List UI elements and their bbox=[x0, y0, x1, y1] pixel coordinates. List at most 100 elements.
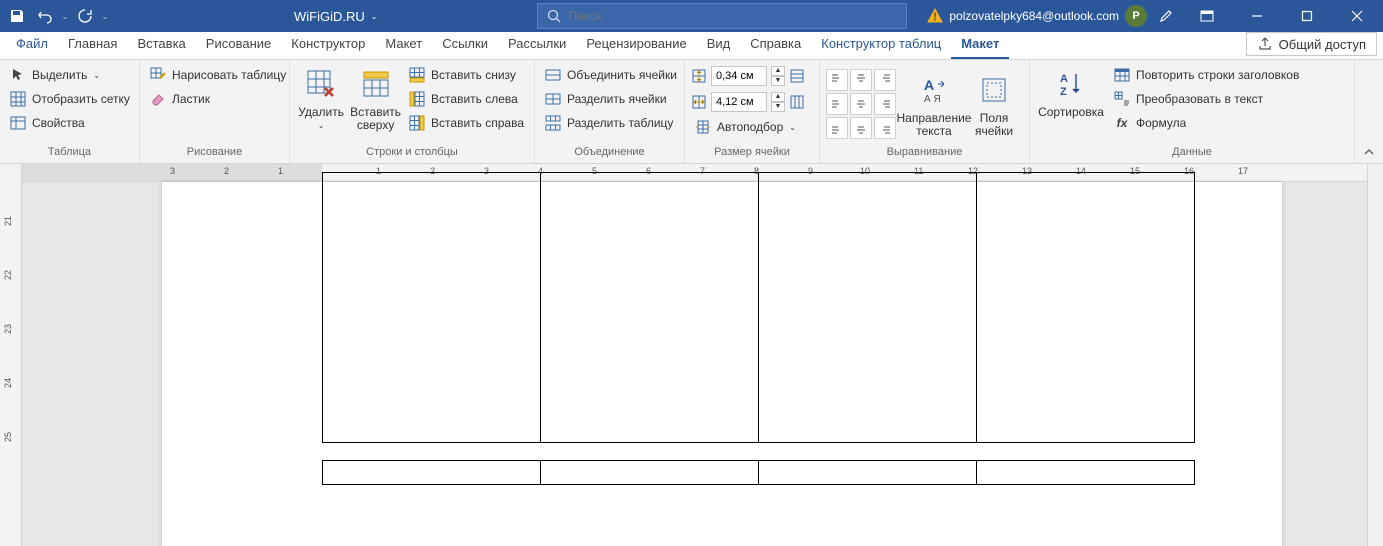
document-table-lower[interactable] bbox=[322, 460, 1195, 485]
tab-insert[interactable]: Вставка bbox=[127, 31, 195, 59]
save-button[interactable] bbox=[4, 3, 30, 29]
qat-customize[interactable]: ⌄ bbox=[100, 12, 110, 21]
row-height-up[interactable]: ▲ bbox=[771, 66, 785, 76]
redo-button[interactable] bbox=[72, 3, 98, 29]
align-bot-right[interactable] bbox=[874, 117, 896, 139]
align-mid-center[interactable] bbox=[850, 93, 872, 115]
svg-text:A: A bbox=[924, 77, 934, 93]
align-mid-left[interactable] bbox=[826, 93, 848, 115]
text-direction-icon: AА Я bbox=[920, 76, 948, 104]
share-button[interactable]: Общий доступ bbox=[1246, 32, 1377, 56]
row-height-input[interactable] bbox=[711, 66, 767, 86]
distribute-rows-icon[interactable] bbox=[789, 68, 805, 84]
undo-dropdown[interactable]: ⌄ bbox=[60, 12, 70, 21]
warning-icon[interactable] bbox=[927, 8, 943, 24]
gridlines-icon bbox=[10, 91, 26, 107]
undo-button[interactable] bbox=[32, 3, 58, 29]
insert-below-button[interactable]: Вставить снизу bbox=[405, 64, 528, 86]
sort-button[interactable]: AZ Сортировка bbox=[1036, 64, 1106, 119]
close-icon bbox=[1351, 10, 1363, 22]
convert-to-text-button[interactable]: Преобразовать в текст bbox=[1110, 88, 1303, 110]
col-width-input[interactable] bbox=[711, 92, 767, 112]
tab-help[interactable]: Справка bbox=[740, 31, 811, 59]
cell-margins-button[interactable]: Поляячейки bbox=[972, 70, 1016, 138]
align-bot-left[interactable] bbox=[826, 117, 848, 139]
maximize-button[interactable] bbox=[1285, 0, 1329, 32]
properties-button[interactable]: Свойства bbox=[6, 112, 134, 134]
distribute-cols-icon[interactable] bbox=[789, 94, 805, 110]
group-alignment-label: Выравнивание bbox=[826, 144, 1023, 161]
minimize-button[interactable] bbox=[1235, 0, 1279, 32]
group-rows-cols-label: Строки и столбцы bbox=[296, 144, 528, 161]
formula-button[interactable]: fx Формула bbox=[1110, 112, 1303, 134]
delete-button[interactable]: Удалить⌄ bbox=[296, 64, 346, 132]
tab-table-design[interactable]: Конструктор таблиц bbox=[811, 31, 951, 59]
insert-above-icon bbox=[360, 68, 392, 100]
delete-icon bbox=[305, 68, 337, 100]
search-input[interactable] bbox=[568, 9, 898, 23]
draw-table-button[interactable]: Нарисовать таблицу bbox=[146, 64, 290, 86]
col-width-down[interactable]: ▼ bbox=[771, 102, 785, 112]
split-cells-button[interactable]: Разделить ячейки bbox=[541, 88, 681, 110]
collapse-ribbon-button[interactable] bbox=[1355, 60, 1383, 163]
align-top-right[interactable] bbox=[874, 69, 896, 91]
insert-left-button[interactable]: Вставить слева bbox=[405, 88, 528, 110]
merge-cells-button[interactable]: Объединить ячейки bbox=[541, 64, 681, 86]
tab-view[interactable]: Вид bbox=[697, 31, 741, 59]
tab-home[interactable]: Главная bbox=[58, 31, 127, 59]
tab-table-layout[interactable]: Макет bbox=[951, 31, 1009, 59]
autofit-button[interactable]: Автоподбор ⌄ bbox=[691, 116, 805, 138]
col-width-icon bbox=[691, 94, 707, 110]
insert-right-button[interactable]: Вставить справа bbox=[405, 112, 528, 134]
document-table-upper[interactable] bbox=[322, 172, 1195, 443]
repeat-header-button[interactable]: Повторить строки заголовков bbox=[1110, 64, 1303, 86]
tab-review[interactable]: Рецензирование bbox=[576, 31, 696, 59]
pen-mode-button[interactable] bbox=[1153, 3, 1179, 29]
save-icon bbox=[9, 8, 25, 24]
vertical-scrollbar[interactable] bbox=[1367, 164, 1383, 546]
col-width-up[interactable]: ▲ bbox=[771, 92, 785, 102]
view-gridlines-button[interactable]: Отобразить сетку bbox=[6, 88, 134, 110]
group-cellsize-label: Размер ячейки bbox=[691, 144, 813, 161]
select-button[interactable]: Выделить ⌄ bbox=[6, 64, 134, 86]
align-mid-right[interactable] bbox=[874, 93, 896, 115]
repeat-header-icon bbox=[1114, 67, 1130, 83]
draw-table-icon bbox=[150, 67, 166, 83]
svg-text:Z: Z bbox=[1060, 86, 1067, 98]
insert-left-icon bbox=[409, 91, 425, 107]
document-title: WiFiGiD.RU bbox=[294, 9, 365, 24]
merge-cells-icon bbox=[545, 67, 561, 83]
align-bot-center[interactable] bbox=[850, 117, 872, 139]
split-table-button[interactable]: Разделить таблицу bbox=[541, 112, 681, 134]
search-box[interactable] bbox=[537, 3, 907, 29]
tab-layout[interactable]: Макет bbox=[375, 31, 432, 59]
pen-icon bbox=[1158, 8, 1174, 24]
share-icon bbox=[1257, 36, 1273, 52]
align-top-center[interactable] bbox=[850, 69, 872, 91]
tab-references[interactable]: Ссылки bbox=[432, 31, 498, 59]
vertical-ruler: 21 22 23 24 25 bbox=[0, 164, 22, 546]
title-dropdown-icon[interactable]: ⌄ bbox=[371, 12, 378, 21]
group-table-label: Таблица bbox=[6, 144, 133, 161]
redo-icon bbox=[77, 8, 93, 24]
page bbox=[162, 182, 1282, 546]
tab-file[interactable]: Файл bbox=[6, 31, 58, 59]
autofit-icon bbox=[695, 119, 711, 135]
ribbon-mode-button[interactable] bbox=[1185, 0, 1229, 32]
eraser-icon bbox=[150, 91, 166, 107]
avatar[interactable]: P bbox=[1125, 5, 1147, 27]
tab-draw[interactable]: Рисование bbox=[196, 31, 281, 59]
group-draw-label: Рисование bbox=[146, 144, 283, 161]
cursor-icon bbox=[10, 67, 26, 83]
tab-mailings[interactable]: Рассылки bbox=[498, 31, 576, 59]
close-button[interactable] bbox=[1335, 0, 1379, 32]
split-table-icon bbox=[545, 115, 561, 131]
align-top-left[interactable] bbox=[826, 69, 848, 91]
insert-above-button[interactable]: Вставитьсверху bbox=[350, 64, 401, 132]
tab-design[interactable]: Конструктор bbox=[281, 31, 375, 59]
row-height-down[interactable]: ▼ bbox=[771, 76, 785, 86]
user-email[interactable]: polzovatelpky684@outlook.com bbox=[949, 9, 1119, 23]
group-merge-label: Объединение bbox=[541, 144, 678, 161]
eraser-button[interactable]: Ластик bbox=[146, 88, 290, 110]
text-direction-button[interactable]: AА Я Направлениетекста bbox=[900, 70, 968, 138]
